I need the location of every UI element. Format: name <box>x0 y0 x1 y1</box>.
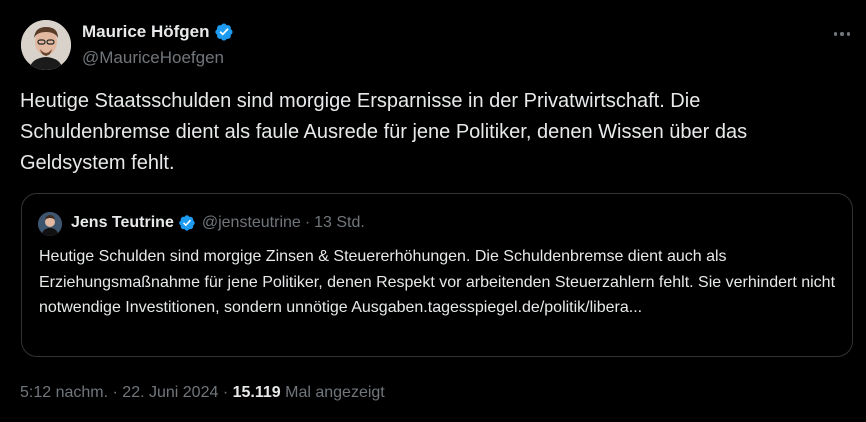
tweet: Maurice Höfgen @MauriceHoefgen Heutige S… <box>0 0 866 422</box>
more-options-button[interactable] <box>828 22 856 46</box>
tweet-metadata: 5:12 nachm. · 22. Juni 2024 · 15.119 Mal… <box>20 384 385 402</box>
quote-separator: · <box>304 214 311 231</box>
author-avatar[interactable] <box>21 20 71 70</box>
author-name-text[interactable]: Maurice Höfgen <box>82 22 210 42</box>
tweet-time[interactable]: 5:12 nachm. <box>20 384 108 401</box>
tweet-date[interactable]: 22. Juni 2024 <box>122 384 218 401</box>
quote-timestamp[interactable]: 13 Std. <box>314 214 365 232</box>
verified-badge-icon <box>179 215 195 231</box>
quote-author-avatar[interactable] <box>38 212 62 236</box>
more-dot <box>846 32 851 36</box>
verified-badge-icon <box>214 23 233 41</box>
more-dot <box>840 32 844 36</box>
meta-separator: · <box>222 384 229 401</box>
quoted-tweet[interactable]: Jens Teutrine @jensteutrine · 13 Std. He… <box>21 193 853 357</box>
quote-author-name[interactable]: Jens Teutrine <box>71 214 174 232</box>
quote-author-handle[interactable]: @jensteutrine <box>202 214 301 232</box>
views-label: Mal angezeigt <box>285 384 385 401</box>
views-count: 15.119 <box>232 384 281 401</box>
quote-header: Jens Teutrine @jensteutrine · 13 Std. <box>71 214 365 232</box>
tweet-text: Heutige Staatsschulden sind morgige Ersp… <box>20 90 748 174</box>
quote-text: Heutige Schulden sind morgige Zinsen & S… <box>39 248 836 316</box>
author-handle[interactable]: @MauriceHoefgen <box>82 48 224 68</box>
author-name[interactable]: Maurice Höfgen <box>82 22 234 42</box>
more-options-icon <box>833 32 838 36</box>
meta-separator: · <box>112 384 118 401</box>
